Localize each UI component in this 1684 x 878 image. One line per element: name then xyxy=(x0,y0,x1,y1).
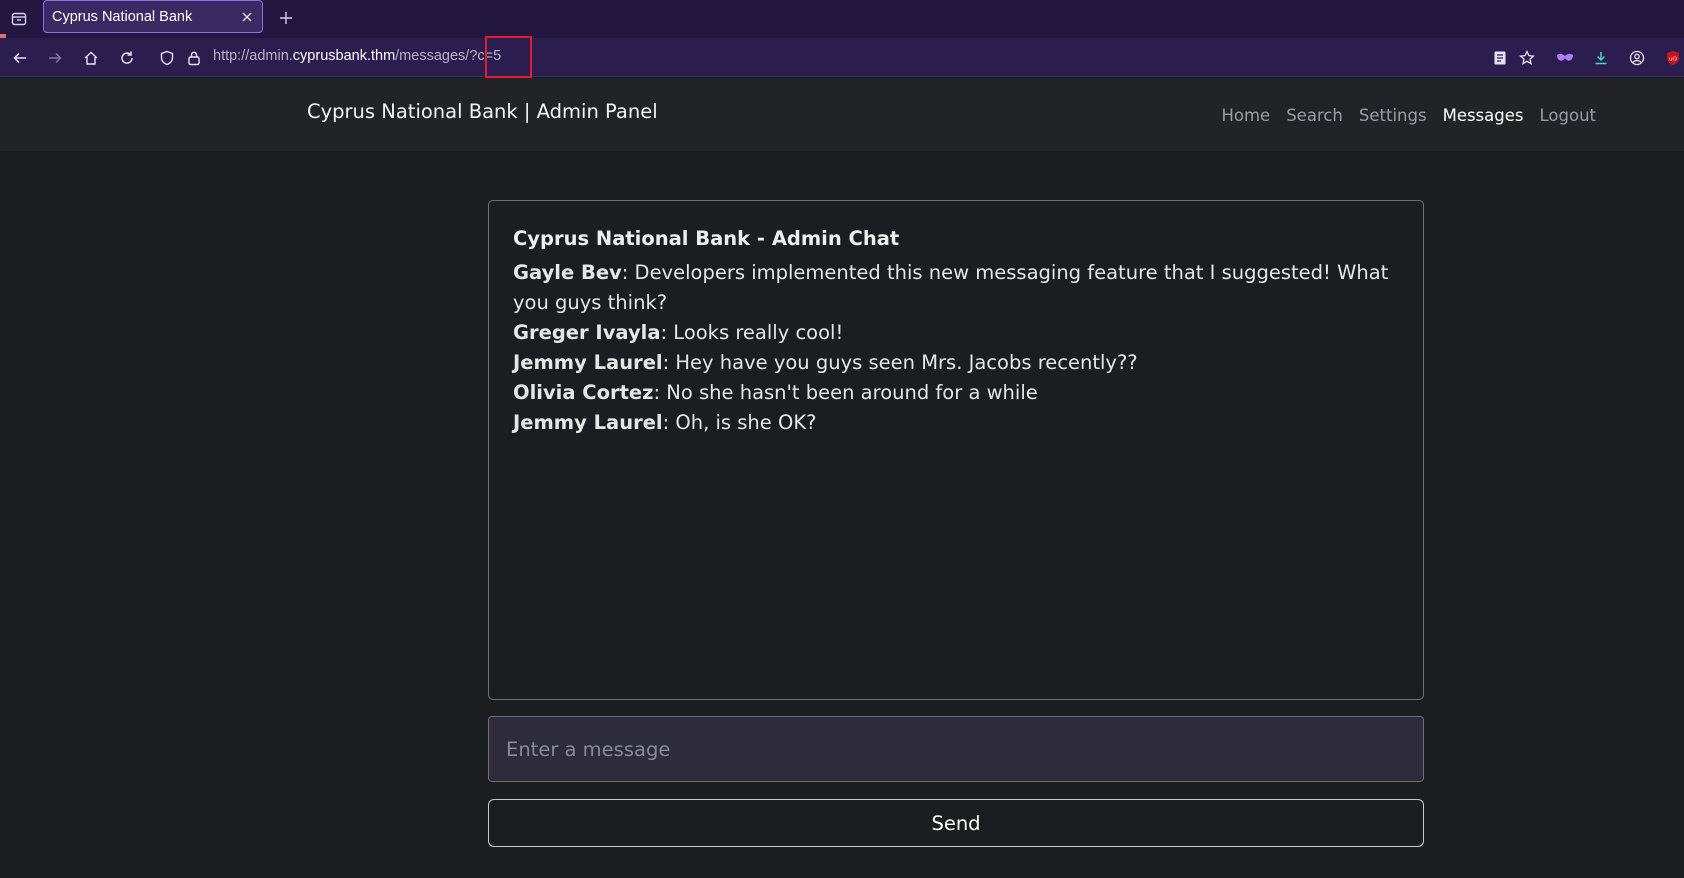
message-author: Olivia Cortez xyxy=(513,381,654,404)
message-text: : Developers implemented this new messag… xyxy=(513,261,1389,314)
private-mask-icon[interactable] xyxy=(1553,46,1577,70)
message-input[interactable] xyxy=(488,716,1424,782)
url-prefix: http://admin. xyxy=(213,48,293,64)
new-tab-button[interactable] xyxy=(274,6,298,30)
main-nav: Home Search Settings Messages Logout xyxy=(1221,106,1596,125)
chat-panel: Cyprus National Bank - Admin Chat Gayle … xyxy=(488,200,1424,700)
message-text: : Oh, is she OK? xyxy=(662,411,817,434)
site-header: Cyprus National Bank | Admin Panel Home … xyxy=(0,78,1684,151)
ublock-extension-icon[interactable]: uO xyxy=(1661,46,1684,70)
message-text: : Hey have you guys seen Mrs. Jacobs rec… xyxy=(662,351,1138,374)
message-author: Jemmy Laurel xyxy=(513,411,663,434)
nav-messages[interactable]: Messages xyxy=(1443,106,1524,125)
nav-logout[interactable]: Logout xyxy=(1540,106,1597,125)
lock-icon[interactable] xyxy=(182,46,206,70)
message-text: : Looks really cool! xyxy=(660,321,844,344)
browser-navigation-bar: http://admin.cyprusbank.thm/messages/?c=… xyxy=(0,38,1684,77)
nav-home[interactable]: Home xyxy=(1221,106,1270,125)
download-icon[interactable] xyxy=(1589,46,1613,70)
chat-title: Cyprus National Bank - Admin Chat xyxy=(513,227,900,250)
chat-message: Jemmy Laurel: Hey have you guys seen Mrs… xyxy=(513,348,1399,378)
message-text: : No she hasn't been around for a while xyxy=(653,381,1038,404)
message-author: Gayle Bev xyxy=(513,261,622,284)
tab-title: Cyprus National Bank xyxy=(52,8,193,25)
chat-message: Gayle Bev: Developers implemented this n… xyxy=(513,258,1399,318)
send-button[interactable]: Send xyxy=(488,799,1424,847)
reader-view-icon[interactable] xyxy=(1488,46,1512,70)
home-icon[interactable] xyxy=(79,46,103,70)
url-path: /messages/ xyxy=(395,48,470,64)
shield-icon[interactable] xyxy=(155,46,179,70)
reload-icon[interactable] xyxy=(115,46,139,70)
nav-search[interactable]: Search xyxy=(1286,106,1343,125)
browser-tab[interactable]: Cyprus National Bank xyxy=(43,0,263,33)
url-query-highlight xyxy=(485,36,532,78)
tab-list-icon[interactable] xyxy=(6,6,32,32)
bookmark-star-icon[interactable] xyxy=(1515,46,1539,70)
nav-settings[interactable]: Settings xyxy=(1359,106,1427,125)
chat-message: Greger Ivayla: Looks really cool! xyxy=(513,318,1399,348)
svg-text:uO: uO xyxy=(1669,57,1677,63)
message-author: Greger Ivayla xyxy=(513,321,661,344)
site-brand[interactable]: Cyprus National Bank | Admin Panel xyxy=(307,100,658,123)
back-arrow-icon[interactable] xyxy=(8,46,32,70)
account-icon[interactable] xyxy=(1625,46,1649,70)
url-host: cyprusbank.thm xyxy=(292,48,396,64)
browser-tab-bar: Cyprus National Bank xyxy=(0,0,1684,38)
chat-message: Olivia Cortez: No she hasn't been around… xyxy=(513,378,1399,408)
close-icon[interactable] xyxy=(240,10,254,24)
message-author: Jemmy Laurel xyxy=(513,351,663,374)
forward-arrow-icon[interactable] xyxy=(43,46,67,70)
chat-message: Jemmy Laurel: Oh, is she OK? xyxy=(513,408,1399,438)
url-field[interactable]: http://admin.cyprusbank.thm/messages/?c=… xyxy=(213,48,501,64)
